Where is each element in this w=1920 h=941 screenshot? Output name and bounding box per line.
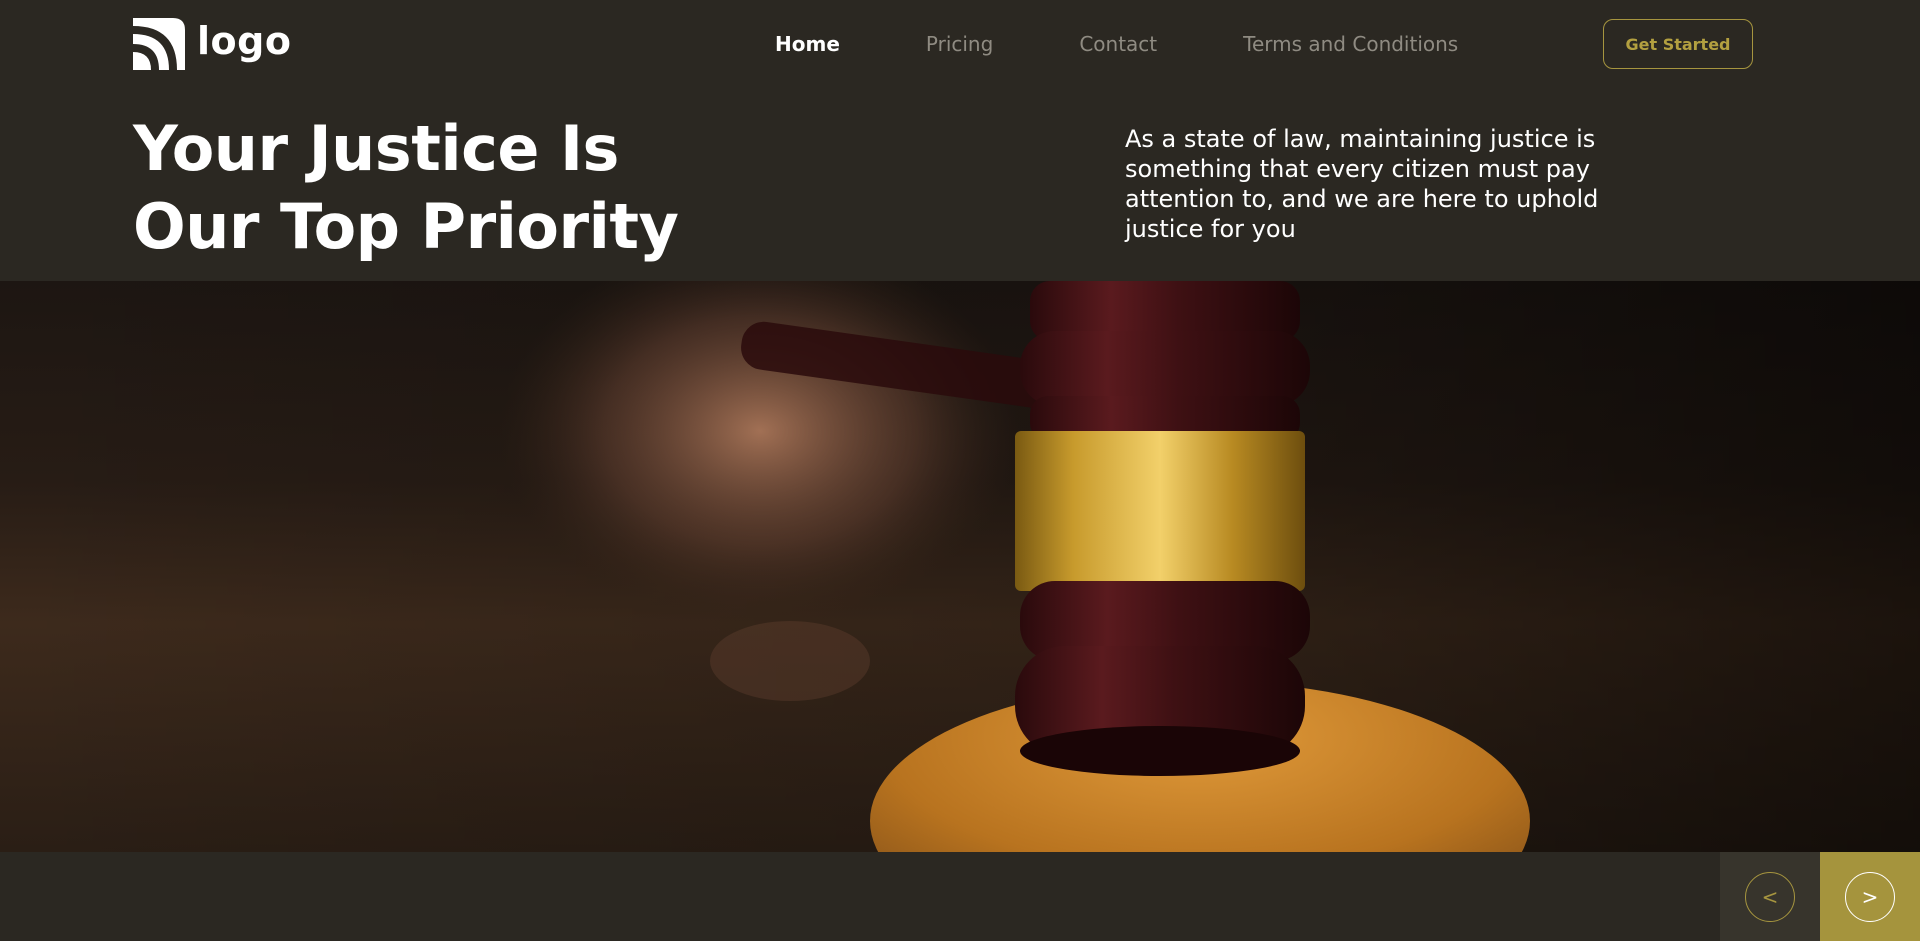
hero-title-line-1: Your Justice Is	[133, 112, 619, 185]
main-nav: Home Pricing Contact Terms and Condition…	[775, 30, 1458, 58]
hero-description: As a state of law, maintaining justice i…	[1125, 125, 1599, 243]
hero-image-gavel	[0, 281, 1920, 852]
logo-icon	[133, 18, 185, 70]
landing-page: logo Home Pricing Contact Terms and Cond…	[0, 0, 1920, 941]
hero-title-line-2: Our Top Priority	[133, 190, 679, 263]
nav-link-terms[interactable]: Terms and Conditions	[1243, 30, 1458, 58]
slider-prev-cell: <	[1720, 852, 1820, 941]
nav-link-contact[interactable]: Contact	[1079, 30, 1157, 58]
site-header: logo Home Pricing Contact Terms and Cond…	[0, 0, 1920, 88]
hero-title: Your Justice Is Our Top Priority	[133, 110, 773, 266]
logo-text: logo	[197, 19, 292, 63]
bottom-bar: < >	[0, 852, 1920, 941]
gavel-illustration	[0, 281, 1920, 852]
get-started-button[interactable]: Get Started	[1603, 19, 1753, 69]
slider-next-button[interactable]: >	[1845, 871, 1895, 922]
logo[interactable]: logo	[133, 18, 291, 70]
slider-prev-button[interactable]: <	[1745, 871, 1795, 922]
slider-next-cell: >	[1820, 852, 1920, 941]
nav-link-pricing[interactable]: Pricing	[926, 30, 993, 58]
slider-controls: < >	[1720, 852, 1920, 941]
nav-link-home[interactable]: Home	[775, 30, 840, 58]
